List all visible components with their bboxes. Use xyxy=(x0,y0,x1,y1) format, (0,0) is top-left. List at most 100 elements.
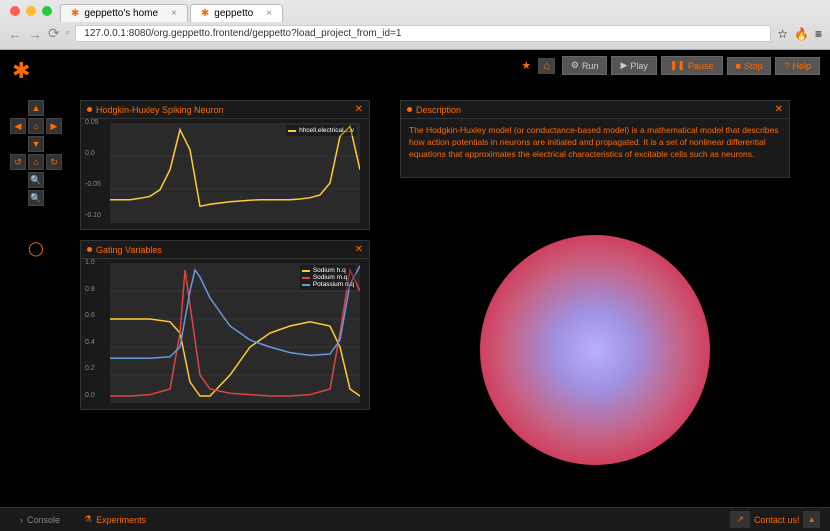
help-icon: ? xyxy=(784,61,789,71)
play-button[interactable]: ▶Play xyxy=(611,56,656,75)
back-icon[interactable]: ← xyxy=(8,26,22,42)
github-icon[interactable]: ◯ xyxy=(28,240,44,257)
pan-right-button[interactable]: ▶ xyxy=(46,118,62,134)
pan-down-button[interactable]: ▼ xyxy=(28,136,44,152)
home-view-button[interactable]: ⌂ xyxy=(28,118,44,134)
y-axis: 1.0 0.8 0.6 0.4 0.2 0.0 xyxy=(85,259,95,399)
legend-label: Sodium h.q xyxy=(313,267,346,274)
chevron-icon: › xyxy=(20,515,23,525)
y-tick: 1.0 xyxy=(85,259,95,266)
legend-item: Potassium n.q xyxy=(302,281,354,288)
experiments-tab[interactable]: ⚗ Experiments xyxy=(74,510,156,529)
panel-close-icon[interactable]: ✕ xyxy=(775,104,783,115)
console-tab[interactable]: › Console xyxy=(10,510,70,529)
legend-color-icon xyxy=(302,270,310,272)
panel-close-icon[interactable]: ✕ xyxy=(355,244,363,255)
stop-icon: ■ xyxy=(736,61,741,71)
window-maximize-icon[interactable] xyxy=(42,6,52,16)
chart-legend: hhcell.electrical....v xyxy=(286,125,356,136)
tab-close-icon[interactable]: × xyxy=(266,8,272,19)
window-close-icon[interactable] xyxy=(10,6,20,16)
browser-tab-home[interactable]: ✱ geppetto's home × xyxy=(60,4,188,22)
pause-label: Pause xyxy=(688,61,714,71)
window-minimize-icon[interactable] xyxy=(26,6,36,16)
experiments-label: Experiments xyxy=(96,515,146,525)
bottom-right-controls: ↗ Contact us! ▴ xyxy=(730,511,820,528)
expand-button[interactable]: ▴ xyxy=(803,511,820,528)
chart-legend: Sodium h.q Sodium m.q Potassium n.q xyxy=(300,265,356,290)
bottom-tabs: › Console ⚗ Experiments xyxy=(10,510,156,529)
3d-viewport[interactable] xyxy=(430,210,760,490)
panel-header[interactable]: Gating Variables ✕ xyxy=(81,241,369,259)
menu-icon[interactable]: ≡ xyxy=(815,27,822,41)
panel-title: Description xyxy=(407,104,461,115)
legend-item: Sodium m.q xyxy=(302,274,354,281)
legend-item: hhcell.electrical....v xyxy=(288,127,354,134)
doc-icon: ▫ xyxy=(66,28,70,39)
panel-body: 0.05 0.0 -0.05 -0.10 hhcell.electrical..… xyxy=(81,119,369,227)
reload-icon[interactable]: ⟳ xyxy=(48,25,60,42)
rotate-home-button[interactable]: ⌂ xyxy=(28,154,44,170)
panel-dot-icon xyxy=(87,107,92,112)
help-label: Help xyxy=(792,61,811,71)
y-tick: 0.0 xyxy=(85,392,95,399)
legend-color-icon xyxy=(302,277,310,279)
spiking-neuron-panel: Hodgkin-Huxley Spiking Neuron ✕ 0.05 0.0… xyxy=(80,100,370,230)
panel-header[interactable]: Hodgkin-Huxley Spiking Neuron ✕ xyxy=(81,101,369,119)
panel-dot-icon xyxy=(87,247,92,252)
legend-color-icon xyxy=(288,130,296,132)
panel-close-icon[interactable]: ✕ xyxy=(355,104,363,115)
legend-color-icon xyxy=(302,284,310,286)
panel-title: Hodgkin-Huxley Spiking Neuron xyxy=(87,104,224,115)
contact-button[interactable]: Contact us! xyxy=(754,515,800,525)
legend-label: hhcell.electrical....v xyxy=(299,127,354,134)
app-viewport: ✱ ★ ⌂ ⚙Run ▶Play ❚❚Pause ■Stop ?Help ▲ ◀… xyxy=(0,50,830,531)
geppetto-logo-icon[interactable]: ✱ xyxy=(12,58,30,84)
description-panel: Description ✕ The Hodgkin-Huxley model (… xyxy=(400,100,790,178)
forward-icon[interactable]: → xyxy=(28,26,42,42)
pan-left-button[interactable]: ◀ xyxy=(10,118,26,134)
panel-body: 1.0 0.8 0.6 0.4 0.2 0.0 Sodium h.q Sodiu… xyxy=(81,259,369,407)
y-tick: 0.05 xyxy=(85,119,101,126)
flask-icon: ⚗ xyxy=(84,514,92,525)
legend-label: Sodium m.q xyxy=(313,274,348,281)
rotate-left-button[interactable]: ↺ xyxy=(10,154,26,170)
tab-title: geppetto's home xyxy=(84,8,158,19)
browser-tabs: ✱ geppetto's home × ✱ geppetto × xyxy=(60,4,830,22)
help-button[interactable]: ?Help xyxy=(775,57,820,75)
panel-dot-icon xyxy=(407,107,412,112)
pan-up-button[interactable]: ▲ xyxy=(28,100,44,116)
y-tick: -0.10 xyxy=(85,212,101,219)
bookmark-icon[interactable]: ☆ xyxy=(777,27,788,41)
share-button[interactable]: ↗ xyxy=(730,511,750,528)
browser-tab-geppetto[interactable]: ✱ geppetto × xyxy=(190,4,283,22)
url-field[interactable]: 127.0.0.1:8080/org.geppetto.frontend/gep… xyxy=(75,25,771,42)
home-icon[interactable]: ⌂ xyxy=(538,58,555,74)
console-label: Console xyxy=(27,515,60,525)
pause-icon: ❚❚ xyxy=(670,60,685,71)
run-button[interactable]: ⚙Run xyxy=(562,56,608,75)
description-text: The Hodgkin-Huxley model (or conductance… xyxy=(405,123,785,163)
rotate-right-button[interactable]: ↻ xyxy=(46,154,62,170)
tab-title: geppetto xyxy=(214,8,253,19)
chart-area: Sodium h.q Sodium m.q Potassium n.q xyxy=(110,263,360,403)
stop-button[interactable]: ■Stop xyxy=(727,57,772,75)
address-bar: ← → ⟳ ▫ 127.0.0.1:8080/org.geppetto.fron… xyxy=(0,22,830,45)
y-tick: 0.8 xyxy=(85,286,95,293)
pause-button[interactable]: ❚❚Pause xyxy=(661,56,723,75)
neuron-sphere[interactable] xyxy=(480,235,710,465)
play-icon: ▶ xyxy=(620,60,627,71)
y-tick: 0.2 xyxy=(85,365,95,372)
flame-icon[interactable]: 🔥 xyxy=(794,27,809,41)
bottom-bar: › Console ⚗ Experiments ↗ Contact us! ▴ xyxy=(0,507,830,531)
panel-header[interactable]: Description ✕ xyxy=(401,101,789,119)
star-icon[interactable]: ★ xyxy=(521,59,531,72)
tab-close-icon[interactable]: × xyxy=(171,8,177,19)
panel-body: The Hodgkin-Huxley model (or conductance… xyxy=(401,119,789,167)
y-tick: 0.0 xyxy=(85,150,101,157)
legend-item: Sodium h.q xyxy=(302,267,354,274)
zoom-out-button[interactable]: 🔍 xyxy=(28,190,44,206)
chart-area: hhcell.electrical....v xyxy=(110,123,360,223)
y-tick: -0.05 xyxy=(85,181,101,188)
zoom-in-button[interactable]: 🔍 xyxy=(28,172,44,188)
